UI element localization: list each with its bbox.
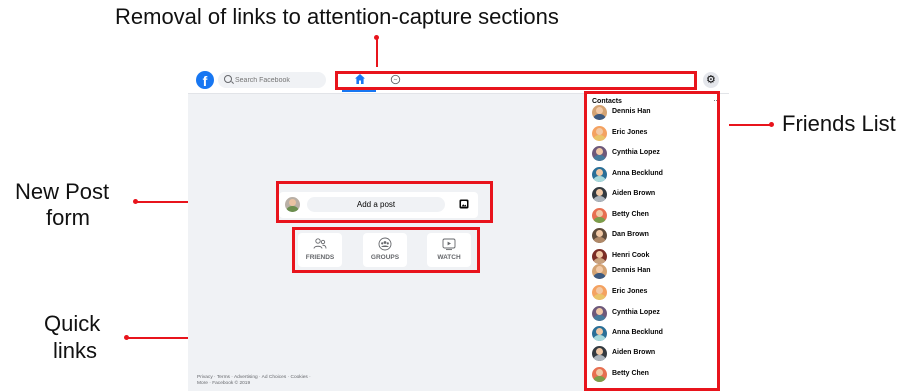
highlight-quick-links <box>292 227 480 273</box>
annotation-new-post-line1: New Post <box>15 179 110 204</box>
connector-friends-dot <box>769 122 774 127</box>
settings-button[interactable]: ⚙ <box>703 72 719 88</box>
highlight-friends-list <box>584 91 720 391</box>
footer-links: Privacy · Terms · Advertising · Ad Choic… <box>197 375 311 387</box>
annotation-quick-line2: links <box>53 338 98 363</box>
highlight-new-post-form <box>276 181 493 223</box>
annotation-friends-label: Friends List <box>782 111 896 136</box>
facebook-logo[interactable]: f <box>196 71 214 89</box>
annotation-quick-line1: Quick <box>44 311 101 336</box>
footer-line[interactable]: More · Facebook © 2019 <box>197 381 311 387</box>
gear-icon: ⚙ <box>706 74 716 86</box>
search-input[interactable] <box>235 73 323 87</box>
highlight-nav-icons <box>335 71 697 90</box>
annotation-new-post-line2: form <box>46 205 90 230</box>
search-icon <box>224 75 232 83</box>
home-tab-indicator <box>342 90 376 92</box>
search-box[interactable] <box>218 72 326 88</box>
annotation-top-label: Removal of links to attention-capture se… <box>115 4 559 29</box>
